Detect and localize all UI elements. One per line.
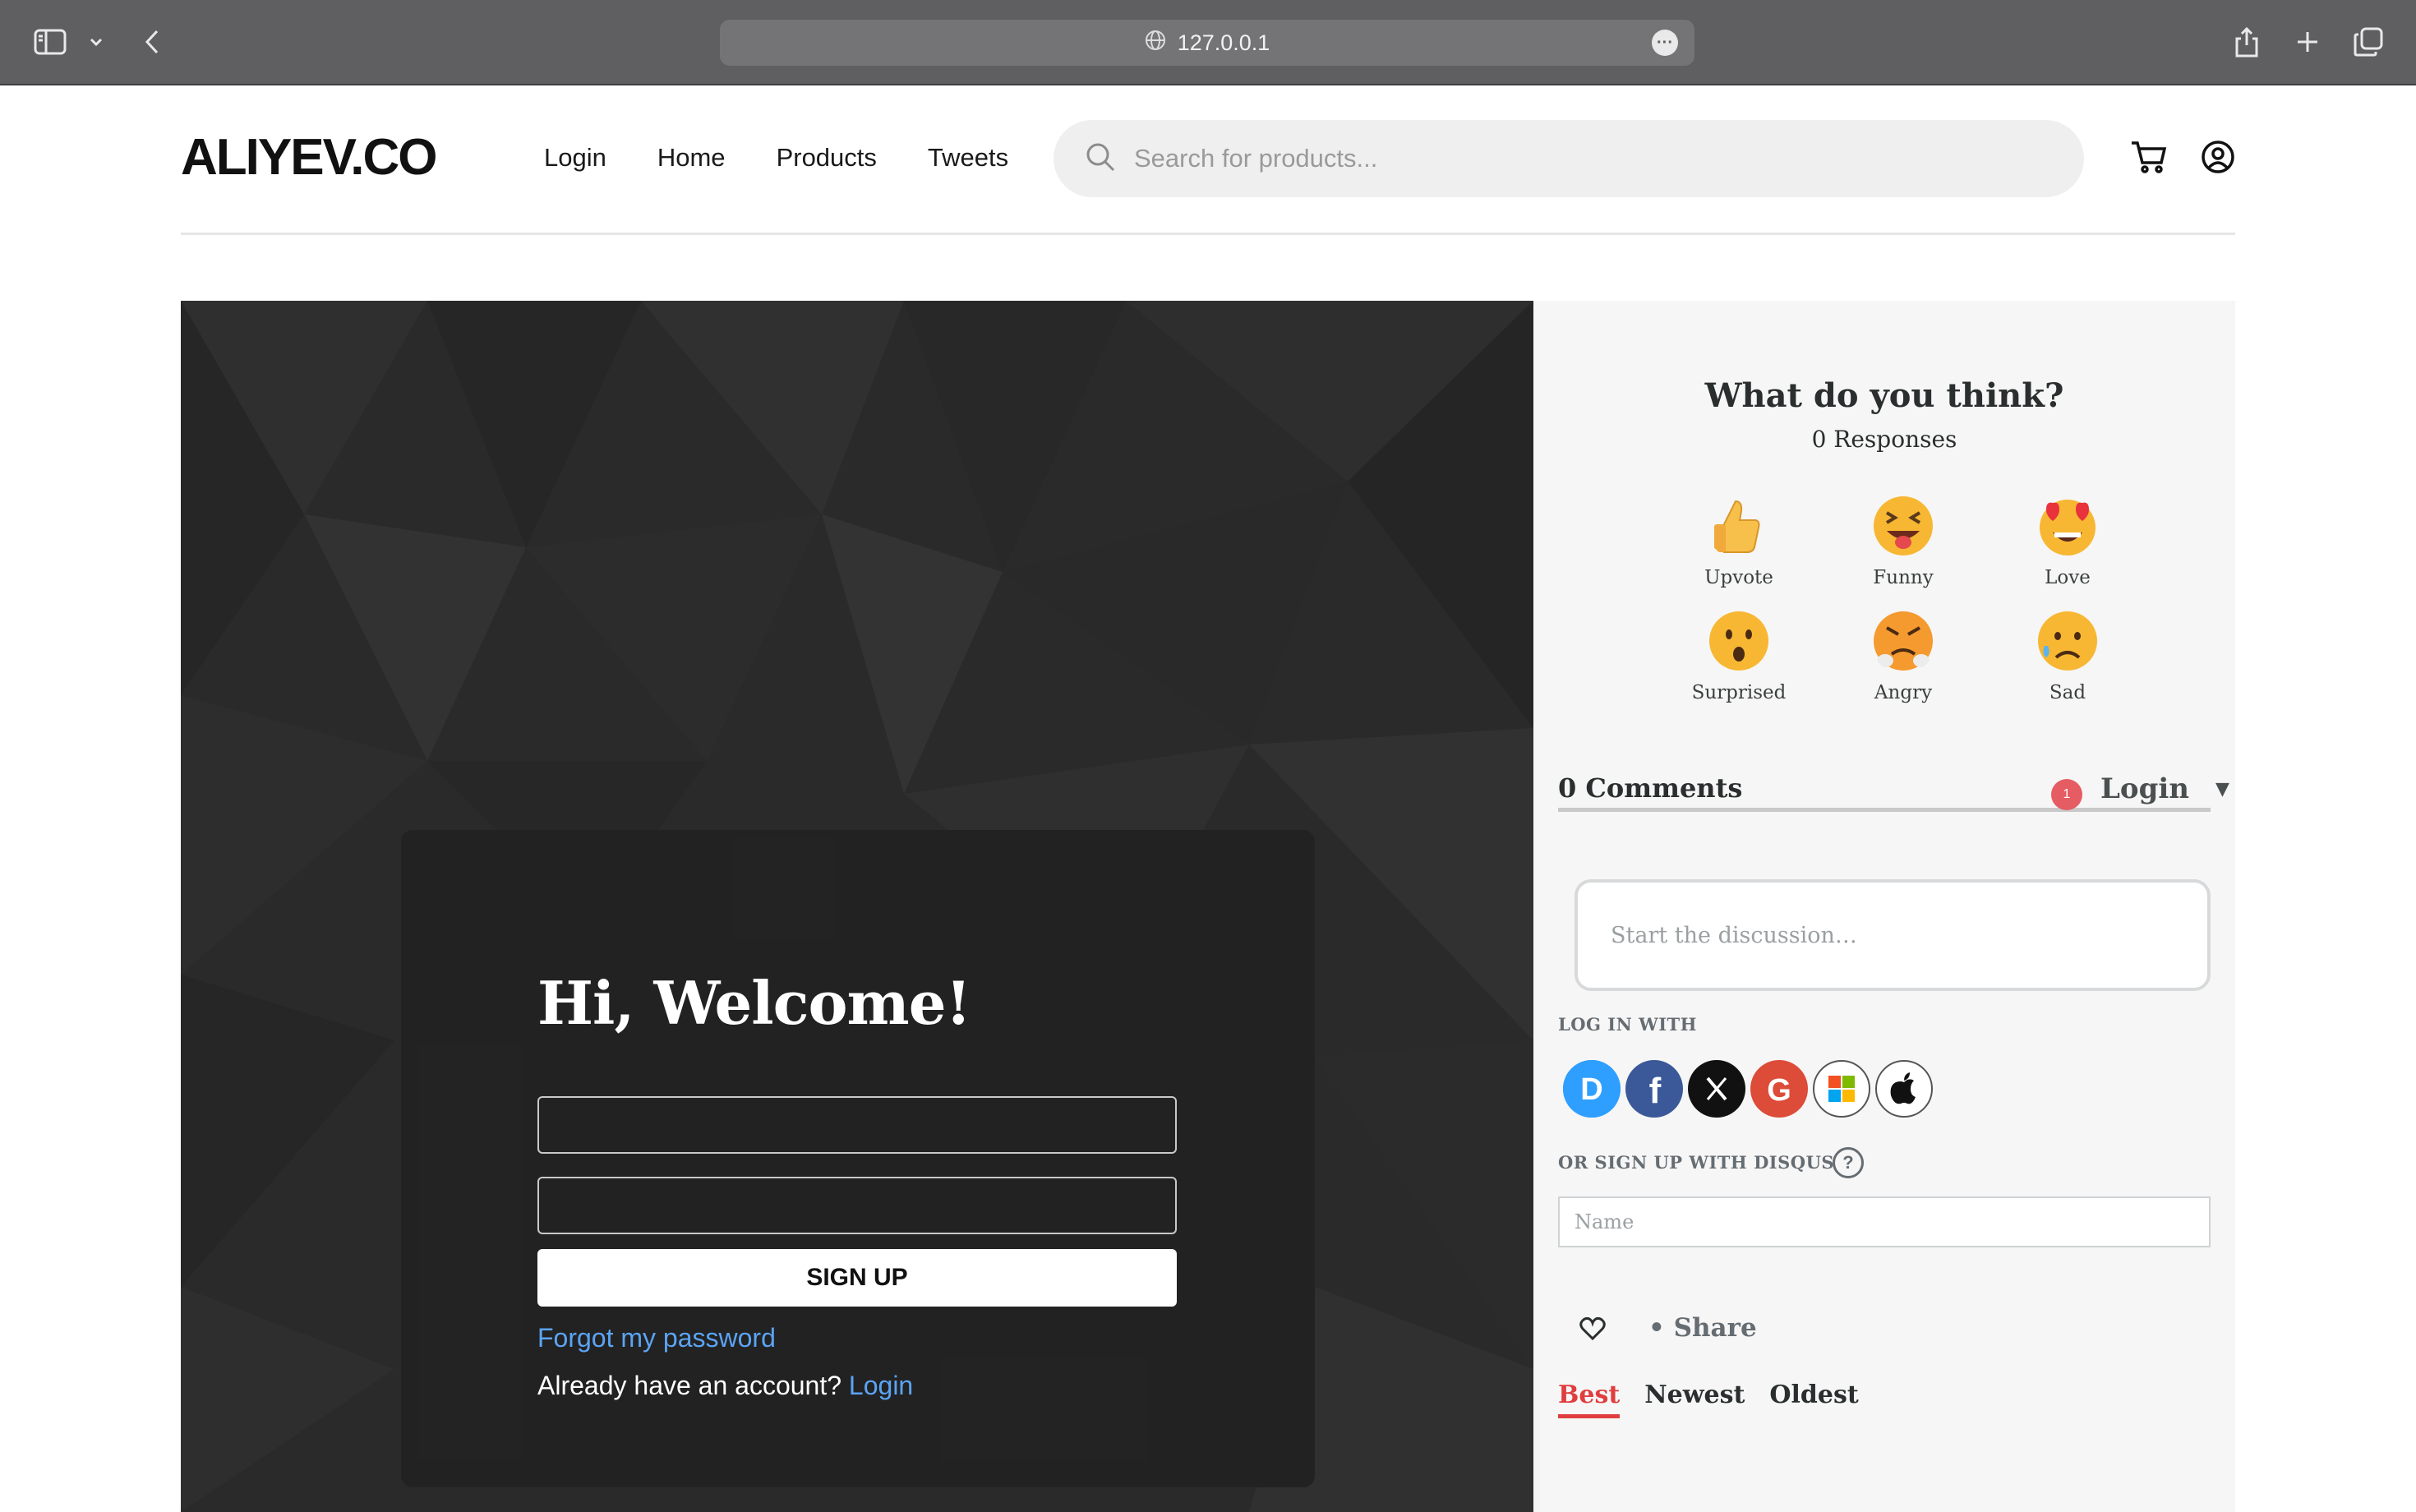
- account-icon[interactable]: [2201, 140, 2235, 178]
- reaction-label: Angry: [1874, 682, 1933, 703]
- comment-count: 0 Comments: [1558, 772, 1743, 804]
- or-signup-label: OR SIGN UP WITH DISQUS: [1558, 1152, 1835, 1173]
- reaction-surprised[interactable]: Surprised: [1657, 608, 1821, 703]
- disqus-login-icon[interactable]: D: [1563, 1060, 1621, 1118]
- microsoft-login-icon[interactable]: [1813, 1060, 1870, 1118]
- more-options-icon[interactable]: ···: [1652, 30, 1678, 56]
- sort-newest-tab[interactable]: Newest: [1644, 1381, 1745, 1418]
- sort-oldest-tab[interactable]: Oldest: [1769, 1381, 1858, 1418]
- search-icon: [1085, 141, 1116, 177]
- login-link[interactable]: Login: [849, 1371, 913, 1400]
- main-nav: Login Home Products Tweets: [544, 143, 1008, 173]
- sad-face-icon: [2038, 611, 2097, 671]
- reactions-grid: Upvote Funny Love Surprised Angry Sad: [1657, 493, 2150, 703]
- back-icon[interactable]: [140, 18, 164, 66]
- share-button[interactable]: • Share: [1648, 1313, 1757, 1343]
- nav-products[interactable]: Products: [777, 143, 877, 173]
- bullet-dot: •: [1648, 1313, 1665, 1343]
- disqus-panel: What do you think? 0 Responses Upvote Fu…: [1533, 301, 2235, 1512]
- sort-tabs: Best Newest Oldest: [1558, 1381, 1859, 1418]
- sidebar-toggle-icon[interactable]: [31, 18, 69, 66]
- angry-face-icon: [1874, 611, 1933, 671]
- comments-header: 0 Comments 1 Login ▼: [1558, 772, 2229, 812]
- nav-login[interactable]: Login: [544, 143, 606, 173]
- tabs-overview-icon[interactable]: [2352, 18, 2385, 66]
- heart-icon[interactable]: [1579, 1316, 1606, 1344]
- site-header: ALIYEV.CO Login Home Products Tweets: [181, 85, 2235, 235]
- reaction-label: Surprised: [1691, 682, 1787, 703]
- notification-badge[interactable]: 1: [2051, 779, 2082, 810]
- dropdown-caret-icon[interactable]: ▼: [2215, 779, 2229, 800]
- surprised-face-icon: [1709, 611, 1768, 671]
- reaction-funny[interactable]: Funny: [1821, 493, 1985, 588]
- login-prompt: Already have an account? Login: [537, 1371, 913, 1401]
- nav-home[interactable]: Home: [657, 143, 726, 173]
- reaction-upvote[interactable]: Upvote: [1657, 493, 1821, 588]
- cart-icon[interactable]: [2130, 140, 2168, 178]
- reaction-angry[interactable]: Angry: [1821, 608, 1985, 703]
- social-login-buttons: D f G: [1563, 1060, 1933, 1118]
- new-tab-icon[interactable]: [2293, 18, 2322, 66]
- username-field[interactable]: [537, 1096, 1177, 1154]
- search-input[interactable]: [1134, 144, 2038, 173]
- log-in-with-label: LOG IN WITH: [1558, 1014, 1698, 1035]
- x-login-icon[interactable]: [1688, 1060, 1745, 1118]
- forgot-password-link[interactable]: Forgot my password: [537, 1323, 776, 1353]
- hero-panel: Hi, Welcome! SIGN UP Forgot my password …: [181, 301, 1533, 1512]
- name-field[interactable]: [1558, 1196, 2211, 1247]
- url-text: 127.0.0.1: [1177, 30, 1270, 55]
- discussion-input[interactable]: [1575, 879, 2211, 991]
- google-login-icon[interactable]: G: [1750, 1060, 1808, 1118]
- nav-tweets[interactable]: Tweets: [928, 143, 1008, 173]
- sort-best-tab[interactable]: Best: [1558, 1381, 1621, 1418]
- reaction-label: Love: [2045, 567, 2091, 588]
- chevron-down-icon[interactable]: [85, 18, 107, 66]
- help-icon[interactable]: ?: [1833, 1147, 1864, 1178]
- laughing-face-icon: [1874, 496, 1933, 555]
- share-icon[interactable]: [2232, 18, 2262, 66]
- share-label: Share: [1673, 1313, 1757, 1343]
- already-account-text: Already have an account?: [537, 1371, 842, 1400]
- browser-toolbar: 127.0.0.1 ···: [0, 0, 2416, 85]
- signup-button[interactable]: SIGN UP: [537, 1249, 1177, 1307]
- response-count: 0 Responses: [1811, 426, 1957, 453]
- reaction-label: Upvote: [1704, 567, 1773, 588]
- signup-card: Hi, Welcome! SIGN UP Forgot my password …: [401, 830, 1315, 1487]
- site-logo[interactable]: ALIYEV.CO: [181, 128, 437, 187]
- reaction-label: Funny: [1873, 567, 1934, 588]
- svg-text:f: f: [1649, 1071, 1662, 1111]
- reaction-love[interactable]: Love: [1985, 493, 2150, 588]
- disqus-login-menu[interactable]: Login: [2100, 772, 2189, 805]
- globe-icon: [1145, 30, 1166, 57]
- apple-login-icon[interactable]: [1875, 1060, 1933, 1118]
- reaction-label: Sad: [2049, 682, 2086, 703]
- thumbs-up-icon: [1714, 500, 1760, 553]
- reaction-question: What do you think?: [1704, 376, 2064, 415]
- svg-text:D: D: [1580, 1072, 1602, 1107]
- welcome-heading: Hi, Welcome!: [537, 968, 971, 1038]
- password-field[interactable]: [537, 1177, 1177, 1234]
- reaction-sad[interactable]: Sad: [1985, 608, 2150, 703]
- heart-eyes-icon: [2040, 500, 2096, 555]
- address-bar[interactable]: 127.0.0.1 ···: [720, 20, 1694, 66]
- search-bar: [1054, 120, 2084, 197]
- svg-text:G: G: [1767, 1073, 1791, 1108]
- facebook-login-icon[interactable]: f: [1625, 1060, 1683, 1118]
